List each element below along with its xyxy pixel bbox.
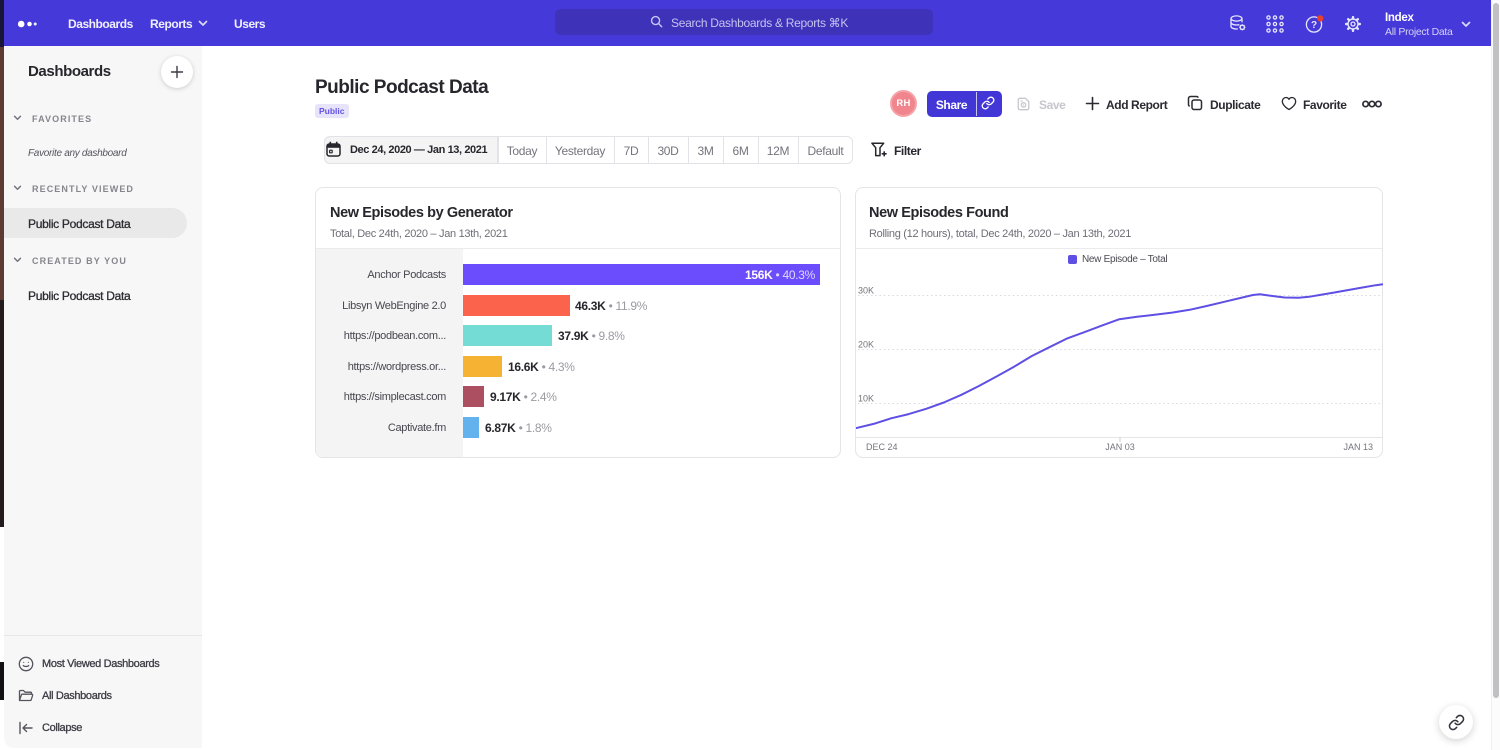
- svg-text:10K: 10K: [858, 394, 874, 404]
- svg-text:JAN 13: JAN 13: [1343, 442, 1373, 452]
- svg-text:DEC 24: DEC 24: [866, 442, 898, 452]
- svg-text:?: ?: [1311, 20, 1317, 31]
- svg-text:30K: 30K: [858, 286, 874, 296]
- svg-text:20K: 20K: [858, 340, 874, 350]
- svg-text:JAN 03: JAN 03: [1105, 442, 1135, 452]
